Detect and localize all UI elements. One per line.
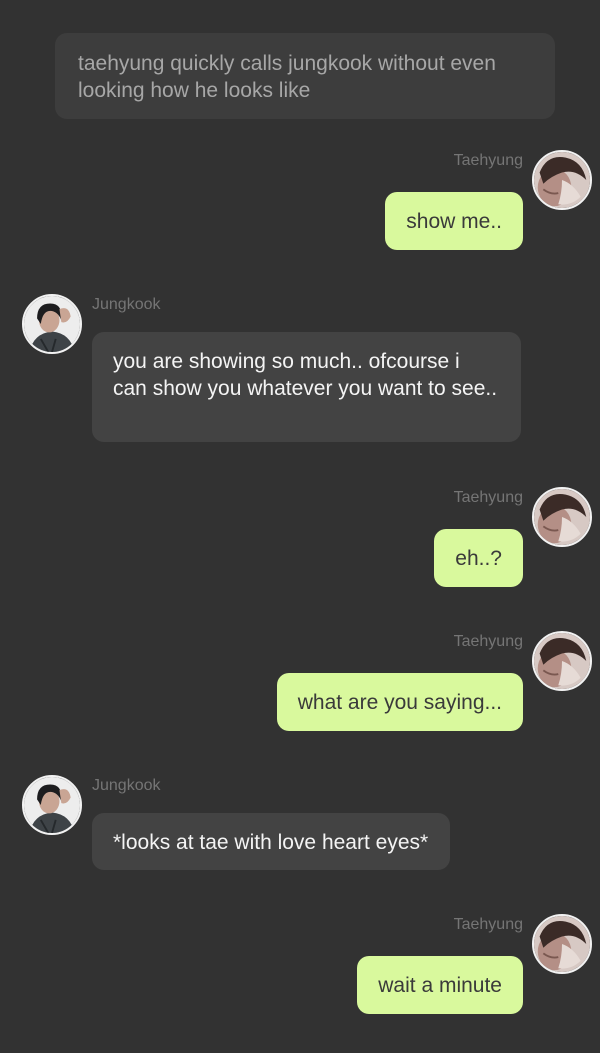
taehyung-avatar[interactable] <box>532 631 592 691</box>
sender-name: Jungkook <box>92 296 161 313</box>
sender-name: Jungkook <box>92 777 161 794</box>
taehyung-avatar[interactable] <box>532 487 592 547</box>
outgoing-message-bubble[interactable]: show me.. <box>385 192 523 250</box>
chat-screen: taehyung quickly calls jungkook without … <box>0 0 600 1053</box>
sender-name: Taehyung <box>453 633 523 650</box>
sender-name: Taehyung <box>453 916 523 933</box>
taehyung-avatar[interactable] <box>532 914 592 974</box>
sender-name: Taehyung <box>453 489 523 506</box>
jungkook-avatar[interactable] <box>22 775 82 835</box>
incoming-message-bubble[interactable]: you are showing so much.. ofcourse i can… <box>92 332 521 442</box>
outgoing-message-bubble[interactable]: wait a minute <box>357 956 523 1014</box>
sender-name: Taehyung <box>453 152 523 169</box>
outgoing-message-bubble[interactable]: eh..? <box>434 529 523 587</box>
incoming-message-bubble[interactable]: *looks at tae with love heart eyes* <box>92 813 451 870</box>
jungkook-avatar[interactable] <box>22 294 82 354</box>
outgoing-message-bubble[interactable]: what are you saying... <box>276 673 523 731</box>
narration-bubble: taehyung quickly calls jungkook without … <box>55 33 555 119</box>
taehyung-avatar[interactable] <box>532 150 592 210</box>
